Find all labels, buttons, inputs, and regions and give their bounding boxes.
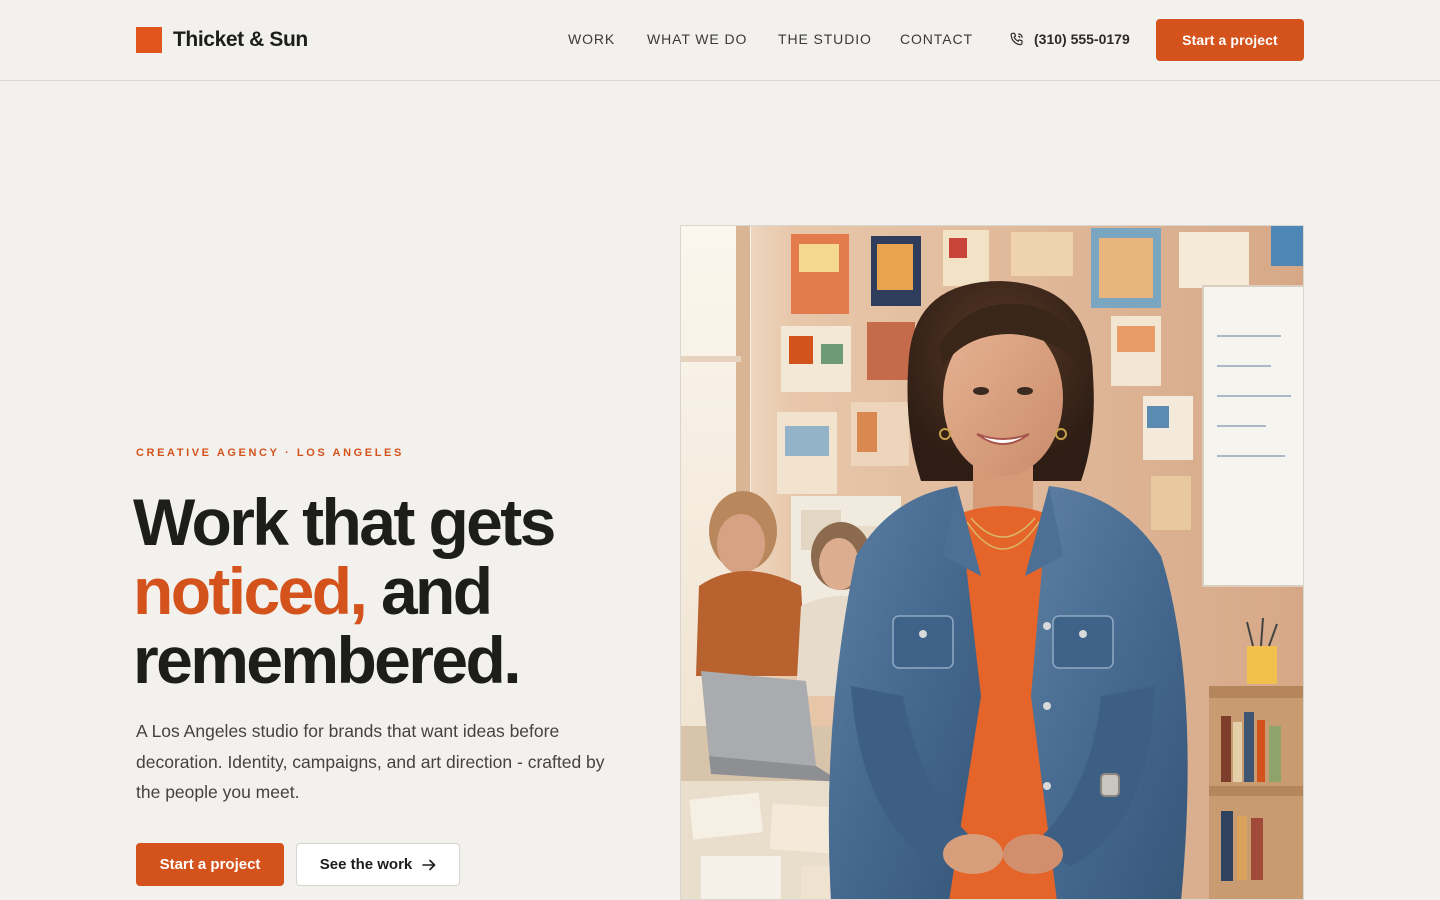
hero-lede: A Los Angeles studio for brands that wan… — [136, 721, 605, 802]
header-start-project-button[interactable]: Start a project — [1156, 19, 1304, 61]
nav-item-the-studio: THE STUDIO — [778, 29, 872, 49]
hero-eyebrow: CREATIVE AGENCY · LOS ANGELES — [136, 447, 404, 459]
nav-item-contact: CONTACT — [900, 29, 973, 49]
nav-link-the-studio[interactable]: THE STUDIO — [778, 31, 872, 47]
arrow-right-icon — [422, 859, 436, 870]
see-the-work-button[interactable]: See the work — [296, 843, 460, 886]
phone-link[interactable]: (310) 555-0179 — [1009, 29, 1130, 49]
brand-name: Thicket & Sun — [173, 28, 308, 51]
site-header: Thicket & Sun WORK WHAT WE DO THE STUDIO… — [0, 0, 1440, 81]
hero-start-project-button[interactable]: Start a project — [136, 843, 284, 886]
hero-photo-illustration — [681, 226, 1303, 899]
headline-line-3: remembered. — [133, 623, 522, 697]
headline-line-1: Work that gets — [133, 485, 556, 559]
nav-item-work: WORK — [568, 29, 615, 49]
nav-link-what-we-do[interactable]: WHAT WE DO — [647, 31, 747, 47]
see-the-work-label: See the work — [319, 856, 413, 873]
nav-link-contact[interactable]: CONTACT — [900, 31, 973, 47]
nav-link-work[interactable]: WORK — [568, 31, 615, 47]
nav-item-what-we-do: WHAT WE DO — [647, 29, 747, 49]
headline-accent: noticed, — [133, 554, 368, 628]
brand-logo-link[interactable]: Thicket & Sun — [136, 27, 308, 53]
headline-line-2-rest: and — [365, 554, 493, 628]
hero-photo — [680, 225, 1304, 900]
hero-headline: Work that gets noticed, and remembered. — [133, 488, 653, 695]
phone-icon — [1010, 32, 1023, 46]
phone-number: (310) 555-0179 — [1034, 31, 1130, 47]
brand-square-icon — [136, 27, 162, 53]
